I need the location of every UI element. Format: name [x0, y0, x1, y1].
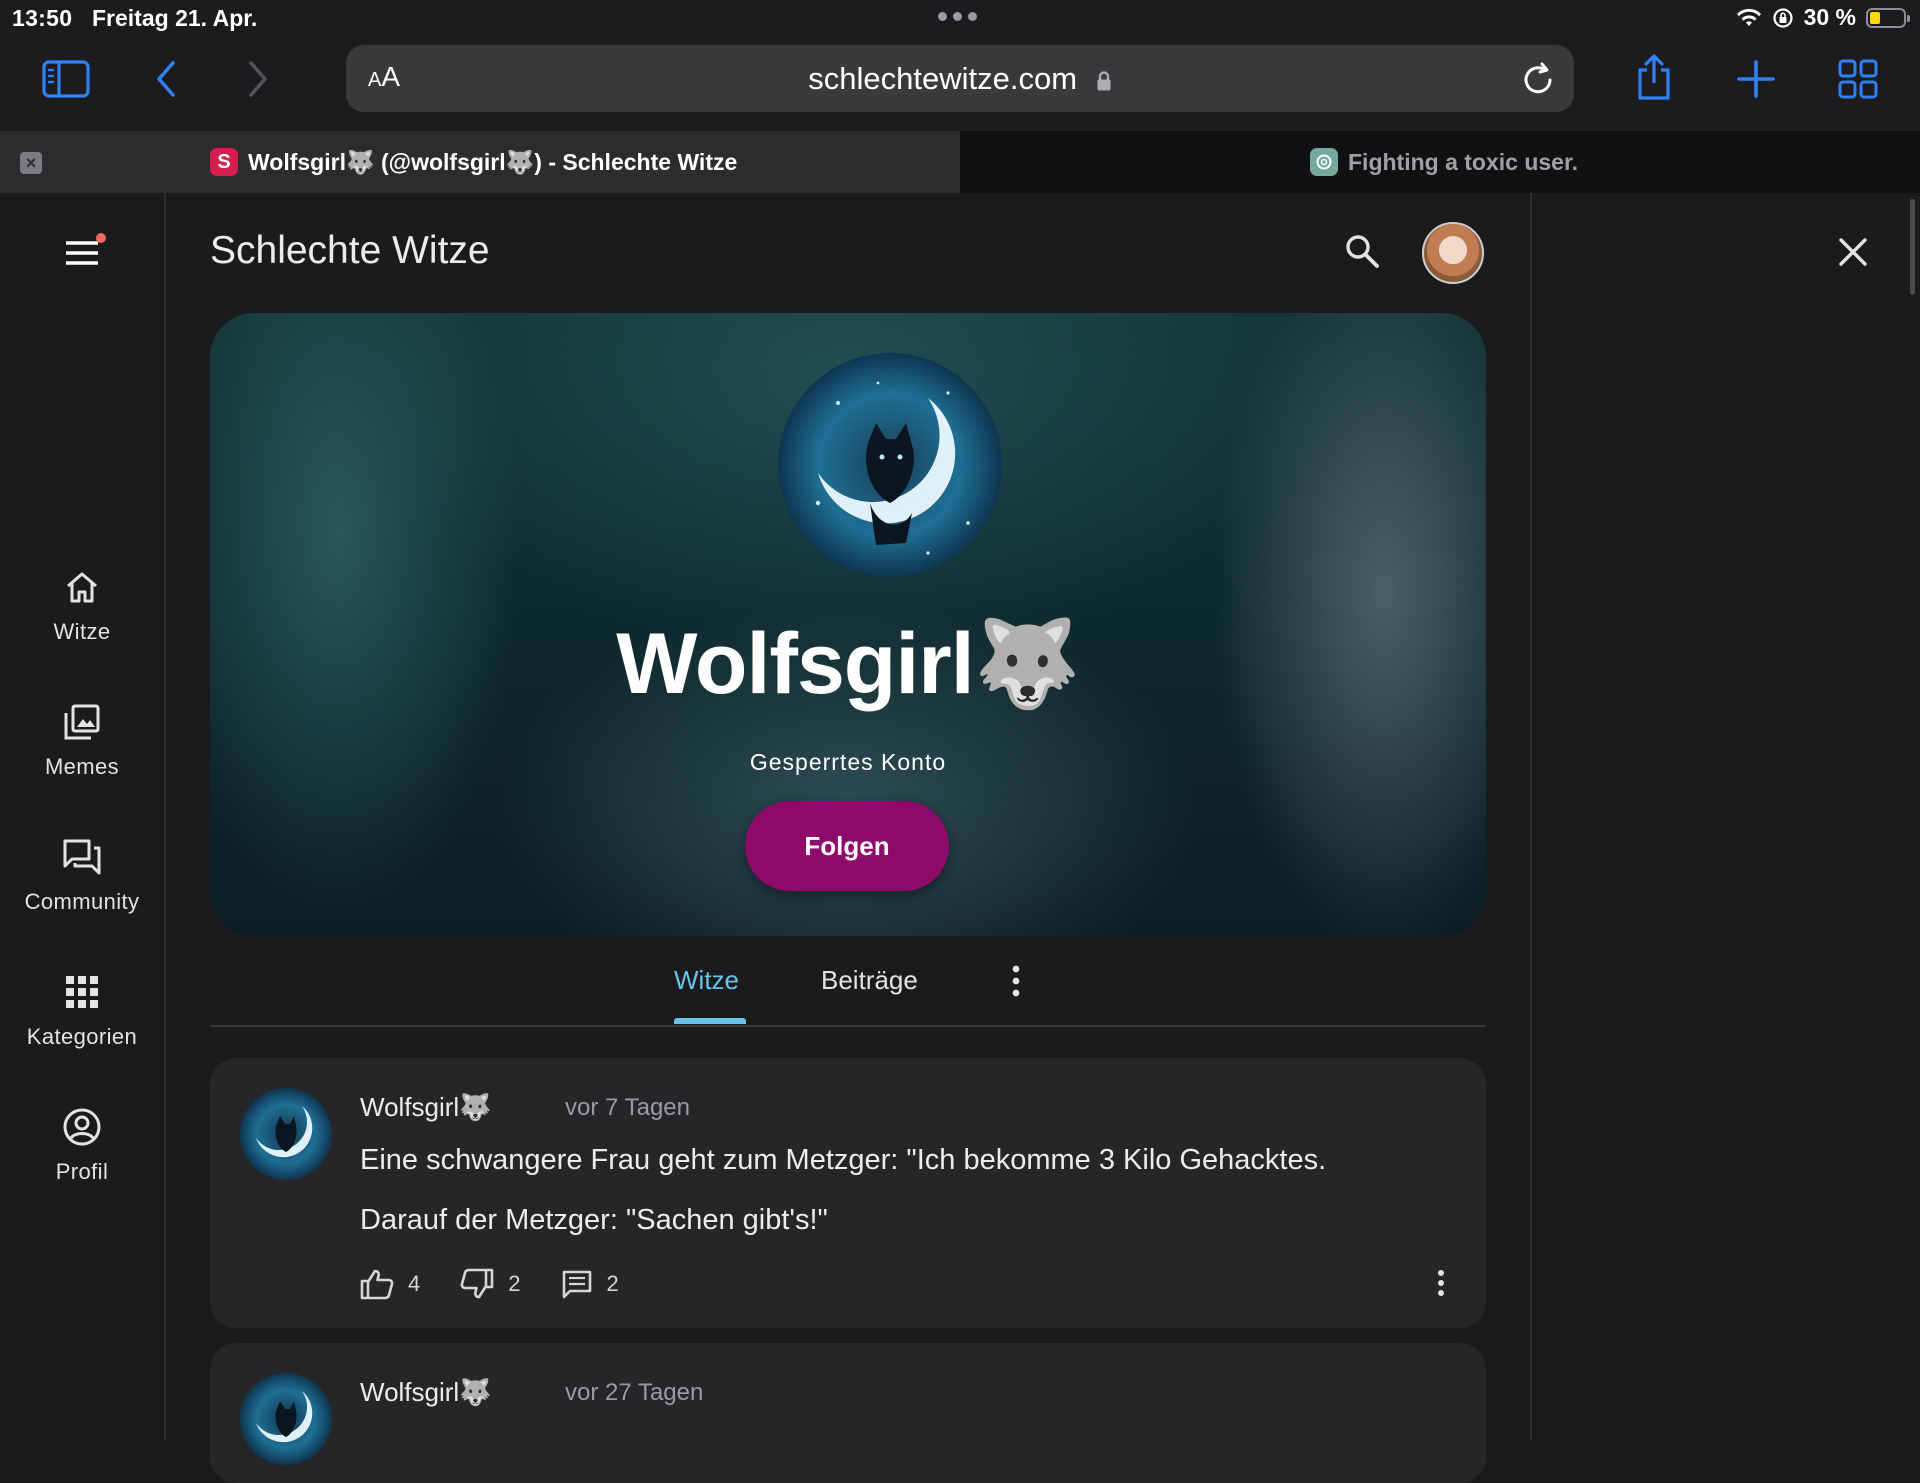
url-field[interactable]: schlechtewitze.com	[346, 61, 1574, 97]
status-bar: 13:50 Freitag 21. Apr. 30 %	[0, 0, 1920, 36]
sidebar-item-label: Kategorien	[26, 1024, 138, 1049]
author-avatar[interactable]	[240, 1373, 332, 1465]
site-title[interactable]: Schlechte Witze	[210, 229, 490, 273]
share-icon[interactable]	[1624, 47, 1684, 107]
chatgpt-favicon-icon	[1310, 148, 1338, 176]
battery-icon	[1866, 7, 1910, 28]
more-vert-icon[interactable]	[1436, 1268, 1446, 1298]
search-icon[interactable]	[1342, 231, 1382, 271]
post-author[interactable]: Wolfsgirl🐺	[360, 1377, 492, 1408]
sidebar-item-label: Witze	[53, 619, 111, 644]
tab-overview-icon[interactable]	[1828, 49, 1888, 109]
more-vert-icon[interactable]	[1010, 963, 1022, 999]
profile-name: Wolfsgirl🐺	[616, 616, 1080, 712]
tab-active[interactable]: × S Wolfsgirl🐺 (@wolfsgirl🐺) - Schlechte…	[0, 131, 960, 193]
account-circle-icon	[60, 1105, 104, 1149]
like-button[interactable]: 4	[360, 1268, 420, 1300]
post-timestamp: vor 7 Tagen	[565, 1094, 690, 1121]
notification-dot	[96, 233, 106, 243]
post-actions: 4 2 2	[360, 1268, 659, 1300]
joke-card[interactable]: Wolfsgirl🐺 vor 27 Tagen	[210, 1343, 1486, 1483]
battery-percent: 30 %	[1803, 4, 1856, 30]
close-icon[interactable]	[1838, 237, 1868, 267]
tab-beitraege[interactable]: Beiträge	[821, 965, 918, 996]
sidebar-item-label: Profil	[55, 1159, 109, 1184]
multitasking-dots-icon[interactable]	[938, 12, 977, 21]
lock-icon	[1097, 71, 1111, 91]
active-tab-indicator	[674, 1018, 746, 1024]
profile-banner: Wolfsgirl🐺 Gesperrtes Konto Folgen	[210, 313, 1486, 936]
status-indicators: 30 %	[1736, 4, 1910, 31]
navigation-rail: Witze Memes Community Kategorien Profil	[0, 193, 166, 1440]
tab-active-content: S Wolfsgirl🐺 (@wolfsgirl🐺) - Schlechte W…	[210, 148, 737, 176]
sidebar-toggle-icon[interactable]	[36, 49, 96, 109]
browser-toolbar: AA schlechtewitze.com	[0, 36, 1920, 131]
main-column: Schlechte Witze Wolfsgirl🐺 Gesperrtes Ko…	[166, 193, 1530, 1483]
comment-count: 2	[606, 1271, 619, 1296]
image-stack-icon	[60, 700, 104, 744]
comments-button[interactable]: 2	[561, 1269, 619, 1299]
thumb-up-icon	[360, 1269, 394, 1300]
scrollbar[interactable]	[1910, 199, 1915, 295]
sidebar-item-community[interactable]: Community	[0, 835, 164, 915]
grid-icon	[60, 970, 104, 1014]
address-bar[interactable]: AA schlechtewitze.com	[346, 45, 1574, 112]
sidebar-item-label: Community	[24, 889, 140, 914]
follow-button[interactable]: Folgen	[745, 801, 949, 891]
home-icon	[60, 565, 104, 609]
post-text-line: Eine schwangere Frau geht zum Metzger: "…	[360, 1144, 1327, 1176]
post-timestamp: vor 27 Tagen	[565, 1379, 704, 1406]
side-panel	[1530, 193, 1920, 1440]
sidebar-item-kategorien[interactable]: Kategorien	[0, 970, 164, 1050]
profile-avatar	[778, 353, 1002, 577]
tab-title: Fighting a toxic user.	[1348, 148, 1579, 175]
status-date: Freitag 21. Apr.	[92, 5, 258, 31]
account-status: Gesperrtes Konto	[749, 749, 947, 775]
sidebar-item-label: Memes	[44, 754, 120, 779]
dislike-button[interactable]: 2	[460, 1268, 521, 1300]
forum-icon	[60, 835, 104, 879]
post-author[interactable]: Wolfsgirl🐺	[360, 1092, 492, 1123]
post-text-line: Darauf der Metzger: "Sachen gibt's!"	[360, 1204, 828, 1236]
browser-tab-bar: × S Wolfsgirl🐺 (@wolfsgirl🐺) - Schlechte…	[0, 131, 1920, 193]
reload-icon[interactable]	[1520, 59, 1556, 97]
new-tab-plus-icon[interactable]	[1726, 49, 1786, 109]
tab-inactive-content: Fighting a toxic user.	[1310, 148, 1578, 176]
wifi-icon	[1736, 8, 1762, 28]
comment-icon	[562, 1270, 591, 1299]
tab-witze[interactable]: Witze	[674, 965, 739, 996]
site-favicon-icon: S	[210, 148, 238, 176]
status-time: 13:50	[12, 5, 73, 31]
tab-close-icon[interactable]: ×	[20, 152, 42, 174]
avatar[interactable]	[1422, 222, 1484, 284]
web-content: Witze Memes Community Kategorien Profil	[0, 193, 1920, 1483]
profile-tabs: Witze Beiträge	[210, 957, 1486, 1027]
dislike-count: 2	[508, 1271, 521, 1296]
like-count: 4	[408, 1271, 421, 1296]
sidebar-item-profil[interactable]: Profil	[0, 1105, 164, 1185]
tab-inactive[interactable]: Fighting a toxic user.	[960, 131, 1920, 193]
sidebar-item-witze[interactable]: Witze	[0, 565, 164, 645]
joke-card[interactable]: Wolfsgirl🐺 vor 7 Tagen Eine schwangere F…	[210, 1058, 1486, 1328]
menu-icon[interactable]	[62, 233, 106, 269]
orientation-lock-icon	[1772, 7, 1794, 29]
forward-chevron-icon[interactable]	[228, 49, 288, 109]
author-avatar[interactable]	[240, 1088, 332, 1180]
thumb-down-icon	[460, 1268, 494, 1299]
sidebar-item-memes[interactable]: Memes	[0, 700, 164, 780]
tab-title: Wolfsgirl🐺 (@wolfsgirl🐺) - Schlechte Wit…	[248, 148, 738, 175]
url-text: schlechtewitze.com	[808, 61, 1078, 96]
back-chevron-icon[interactable]	[136, 49, 196, 109]
